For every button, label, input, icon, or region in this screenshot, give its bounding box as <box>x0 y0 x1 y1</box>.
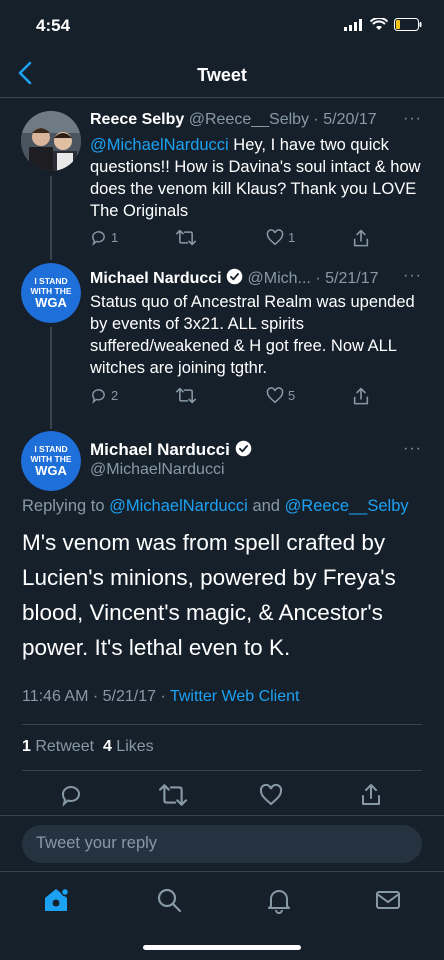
home-indicator <box>143 945 301 950</box>
author-handle[interactable]: @Mich... <box>248 270 311 287</box>
search-icon[interactable] <box>155 886 183 914</box>
reply-icon[interactable] <box>59 783 83 807</box>
replying-prefix: Replying to <box>22 497 110 515</box>
like-button[interactable]: 1 <box>266 229 295 246</box>
heart-icon <box>266 229 284 246</box>
badge-line1: I STAND <box>34 444 68 454</box>
main-author-name[interactable]: Michael Narducci <box>90 440 252 460</box>
home-icon[interactable] <box>42 886 70 914</box>
divider <box>22 770 422 771</box>
avatar-reece[interactable] <box>21 111 81 171</box>
notifications-icon[interactable] <box>265 886 293 914</box>
thread-line <box>50 176 52 260</box>
reply-button[interactable]: 1 <box>90 229 118 246</box>
more-options-icon[interactable]: ··· <box>403 267 422 285</box>
retweet-icon <box>176 387 196 404</box>
reply-count: 2 <box>111 388 119 403</box>
tweet-stats: 1 Retweet 4 Likes <box>22 738 154 756</box>
like-count: 5 <box>288 388 296 403</box>
author-handle[interactable]: @Reece__Selby <box>189 111 309 128</box>
status-time: 4:54 <box>36 16 71 35</box>
tweet-header: Reece Selby @Reece__Selby · 5/20/17 <box>90 111 434 129</box>
status-bar: 4:54 <box>0 0 444 50</box>
share-icon[interactable] <box>359 783 383 807</box>
verified-icon <box>235 440 251 457</box>
share-icon <box>353 387 369 405</box>
more-options-icon[interactable]: ··· <box>403 440 422 458</box>
reply-button[interactable]: 2 <box>90 387 118 404</box>
avatar-photo <box>21 111 81 171</box>
retweet-icon[interactable] <box>159 783 187 807</box>
reply-placeholder: Tweet your reply <box>36 834 158 852</box>
mention-link[interactable]: @MichaelNarducci <box>90 136 229 154</box>
reply-input[interactable]: Tweet your reply <box>22 825 422 863</box>
more-options-icon[interactable]: ··· <box>403 110 422 128</box>
replying-and: and <box>247 497 285 515</box>
tweet-meta: 11:46 AM · 5/21/17 · Twitter Web Client <box>22 688 299 706</box>
battery-icon <box>394 18 422 31</box>
author-name[interactable]: Reece Selby <box>90 111 184 128</box>
retweet-label[interactable]: Retweet <box>31 738 103 755</box>
divider <box>22 724 422 725</box>
tweet-date: · 5/20/17 <box>313 111 377 128</box>
messages-icon[interactable] <box>374 886 402 914</box>
avatar-narducci[interactable]: I STAND WITH THE WGA <box>21 263 81 323</box>
tweet-header: Michael Narducci @Mich... · 5/21/17 <box>90 268 434 288</box>
retweet-button[interactable] <box>176 229 200 246</box>
verified-icon <box>226 268 243 285</box>
divider <box>0 815 444 816</box>
like-total[interactable]: 4 <box>103 738 112 755</box>
heart-icon <box>266 387 284 404</box>
retweet-button[interactable] <box>176 387 200 404</box>
main-author-name-text: Michael Narducci <box>90 440 230 459</box>
heart-icon[interactable] <box>259 783 283 807</box>
tweet-text: @MichaelNarducci Hey, I have two quick q… <box>90 134 425 222</box>
wga-badge: I STAND WITH THE WGA <box>21 263 81 323</box>
main-avatar[interactable]: I STAND WITH THE WGA <box>21 431 81 491</box>
replying-to: Replying to @MichaelNarducci and @Reece_… <box>22 497 409 516</box>
wga-badge: I STAND WITH THE WGA <box>21 431 81 491</box>
reply-icon <box>92 389 105 404</box>
retweet-icon <box>176 229 196 246</box>
share-button[interactable] <box>352 387 370 406</box>
client-link[interactable]: Twitter Web Client <box>170 688 300 705</box>
nav-bar: Tweet <box>0 52 444 98</box>
retweet-total[interactable]: 1 <box>22 738 31 755</box>
tweet-text: Status quo of Ancestral Realm was upende… <box>90 293 415 377</box>
wifi-icon <box>370 18 388 30</box>
reply-count: 1 <box>111 230 119 245</box>
main-tweet-text: M's venom was from spell crafted by Luci… <box>22 530 396 660</box>
replying-user-link[interactable]: @MichaelNarducci <box>109 497 248 515</box>
author-name[interactable]: Michael Narducci <box>90 270 222 287</box>
replying-user-link[interactable]: @Reece__Selby <box>285 497 409 515</box>
reply-icon <box>92 231 105 246</box>
thread-line <box>50 327 52 429</box>
signal-icon <box>344 18 362 31</box>
share-button[interactable] <box>352 229 370 248</box>
like-count: 1 <box>288 230 296 245</box>
like-label[interactable]: Likes <box>112 738 153 755</box>
badge-line3: WGA <box>35 463 67 478</box>
main-tweet-actions <box>0 783 444 809</box>
page-title: Tweet <box>197 65 247 85</box>
badge-line1: I STAND <box>34 276 68 286</box>
badge-line3: WGA <box>35 295 67 310</box>
share-icon <box>353 229 369 247</box>
tweet-timestamp: 11:46 AM · 5/21/17 · <box>22 688 170 705</box>
tweet-actions: 1 1 <box>90 229 380 249</box>
tweet-date: · 5/21/17 <box>315 270 379 287</box>
tweet-actions: 2 5 <box>90 387 380 407</box>
like-button[interactable]: 5 <box>266 387 295 404</box>
main-author-handle[interactable]: @MichaelNarducci <box>90 461 225 479</box>
status-icons <box>344 18 422 31</box>
